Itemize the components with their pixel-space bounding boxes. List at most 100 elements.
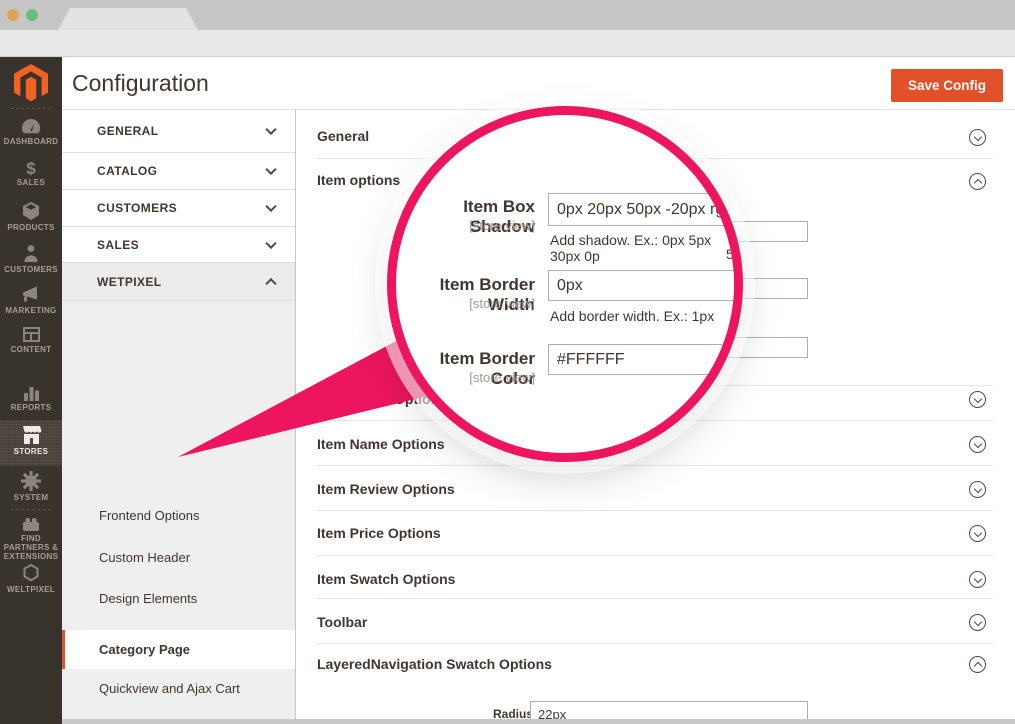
browser-toolbar xyxy=(0,30,1015,57)
config-nav-section-wetpixel[interactable]: WETPIXEL xyxy=(62,263,295,301)
chevron-down-icon xyxy=(265,237,276,248)
window-frame-bottom xyxy=(62,719,1015,724)
sidebar-item-label: PRODUCTS xyxy=(0,223,62,232)
wetpixel-subpanel: Frontend Options Custom Header Design El… xyxy=(62,301,295,719)
window-zoom-button[interactable] xyxy=(26,9,38,21)
section-item-options: Item options xyxy=(317,172,400,188)
sidebar-divider xyxy=(11,108,51,109)
nav-item-design-elements[interactable]: Design Elements xyxy=(99,591,197,606)
section-toolbar: Toolbar xyxy=(317,614,367,630)
sidebar-item-marketing[interactable]: MARKETING xyxy=(0,286,62,315)
sidebar-item-label: CUSTOMERS xyxy=(0,265,62,274)
section-item-review-options: Item Review Options xyxy=(317,481,455,497)
marketing-megaphone-icon xyxy=(21,286,41,304)
divider xyxy=(317,465,993,466)
collapse-toggle-item-review[interactable] xyxy=(969,481,986,498)
selected-item-label: Category Page xyxy=(99,642,190,657)
browser-tab[interactable] xyxy=(58,8,198,30)
sidebar-item-label: REPORTS xyxy=(0,403,62,412)
config-nav-section-general[interactable]: GENERAL xyxy=(62,110,295,153)
item-border-width-input-zoomed[interactable] xyxy=(548,270,743,301)
chevron-down-icon xyxy=(265,201,276,212)
divider xyxy=(317,643,993,644)
sidebar-item-weltpixel[interactable]: WELTPIXEL xyxy=(0,563,62,594)
collapse-toggle-general[interactable] xyxy=(969,129,986,146)
nav-item-quickview[interactable]: Quickview and Ajax Cart xyxy=(99,681,240,696)
sidebar-divider xyxy=(11,509,51,510)
window-titlebar xyxy=(0,0,1015,30)
sidebar-item-label: FIND PARTNERS & EXTENSIONS xyxy=(2,534,60,561)
sidebar-item-find-partners[interactable]: FIND PARTNERS & EXTENSIONS xyxy=(0,515,62,561)
sidebar-item-sales[interactable]: $ SALES xyxy=(0,159,62,187)
section-layerednav-swatch-options: LayeredNavigation Swatch Options xyxy=(317,656,552,672)
section-label: WETPIXEL xyxy=(97,275,162,289)
collapse-toggle-item-options[interactable] xyxy=(969,173,986,190)
item-border-color-input-zoomed[interactable] xyxy=(548,344,743,375)
reports-barchart-icon xyxy=(22,384,41,401)
admin-sidebar: DASHBOARD $ SALES PRODUCTS CUSTOMERS MAR… xyxy=(0,57,62,724)
sidebar-item-label: DASHBOARD xyxy=(0,137,62,146)
sidebar-item-label: SYSTEM xyxy=(0,493,62,502)
page-title: Configuration xyxy=(72,70,209,97)
content-layout-icon xyxy=(22,326,41,343)
save-config-button[interactable]: Save Config xyxy=(891,69,1003,102)
sidebar-item-content[interactable]: CONTENT xyxy=(0,326,62,354)
stores-shop-icon xyxy=(21,426,42,445)
dashboard-icon xyxy=(21,118,41,135)
sidebar-item-label: STORES xyxy=(0,447,62,456)
sidebar-item-system[interactable]: SYSTEM xyxy=(0,471,62,502)
section-label: CATALOG xyxy=(97,164,157,178)
customers-person-icon xyxy=(21,244,41,263)
nav-item-custom-header[interactable]: Custom Header xyxy=(99,550,190,565)
sidebar-item-dashboard[interactable]: DASHBOARD xyxy=(0,118,62,146)
nav-item-frontend-options[interactable]: Frontend Options xyxy=(99,508,199,523)
chevron-down-icon xyxy=(265,164,276,175)
section-label: GENERAL xyxy=(97,124,158,138)
config-nav: GENERAL CATALOG CUSTOMERS SALES WETPIXEL… xyxy=(62,110,295,719)
item-box-shadow-input-zoomed[interactable] xyxy=(548,193,743,226)
sidebar-item-label: CONTENT xyxy=(0,345,62,354)
config-nav-section-catalog[interactable]: CATALOG xyxy=(62,153,295,190)
section-general: General xyxy=(317,128,369,144)
collapse-toggle-item-name[interactable] xyxy=(969,436,986,453)
page-header: Configuration Save Config xyxy=(62,57,1015,110)
config-nav-section-sales[interactable]: SALES xyxy=(62,227,295,263)
weltpixel-hexagon-icon xyxy=(21,563,41,583)
section-label: CUSTOMERS xyxy=(97,201,177,215)
config-nav-section-customers[interactable]: CUSTOMERS xyxy=(62,190,295,227)
window-minimize-button[interactable] xyxy=(7,9,19,21)
extensions-brick-icon xyxy=(21,515,41,532)
system-gear-icon xyxy=(21,471,41,491)
sidebar-item-label: MARKETING xyxy=(0,306,62,315)
magnifier-circle: Item Box Shadow [store view] Add shadow.… xyxy=(387,106,743,462)
collapse-toggle-item-swatch[interactable] xyxy=(969,571,986,588)
section-item-swatch-options: Item Swatch Options xyxy=(317,571,455,587)
collapse-toggle-item-image[interactable] xyxy=(969,391,986,408)
item-box-shadow-helper: Add shadow. Ex.: 0px 5px 30px 0p xyxy=(550,232,734,264)
sidebar-item-stores[interactable]: STORES xyxy=(0,420,62,466)
helper-fragment: 5) xyxy=(726,246,738,262)
item-border-width-helper: Add border width. Ex.: 1px xyxy=(550,308,714,324)
sidebar-item-products[interactable]: PRODUCTS xyxy=(0,202,62,232)
chevron-up-icon xyxy=(265,277,276,288)
store-view-scope: [store view] xyxy=(396,296,535,311)
section-label: SALES xyxy=(97,238,139,252)
sidebar-item-reports[interactable]: REPORTS xyxy=(0,384,62,412)
nav-item-category-page[interactable]: Category Page xyxy=(62,630,295,669)
sales-dollar-icon: $ xyxy=(0,159,62,178)
chevron-down-icon xyxy=(265,124,276,135)
sidebar-item-label: WELTPIXEL xyxy=(0,585,62,594)
sidebar-item-label: SALES xyxy=(0,178,62,187)
section-item-name-options: Item Name Options xyxy=(317,436,445,452)
sidebar-item-customers[interactable]: CUSTOMERS xyxy=(0,244,62,274)
divider xyxy=(317,510,993,511)
collapse-toggle-layerednav[interactable] xyxy=(969,656,986,673)
store-view-scope: [store view] xyxy=(396,370,535,385)
collapse-toggle-item-price[interactable] xyxy=(969,525,986,542)
section-item-price-options: Item Price Options xyxy=(317,525,441,541)
products-box-icon xyxy=(21,202,41,221)
collapse-toggle-toolbar[interactable] xyxy=(969,614,986,631)
store-view-scope: [store view] xyxy=(396,218,535,233)
divider xyxy=(317,555,993,556)
magento-logo-icon[interactable] xyxy=(13,63,49,108)
